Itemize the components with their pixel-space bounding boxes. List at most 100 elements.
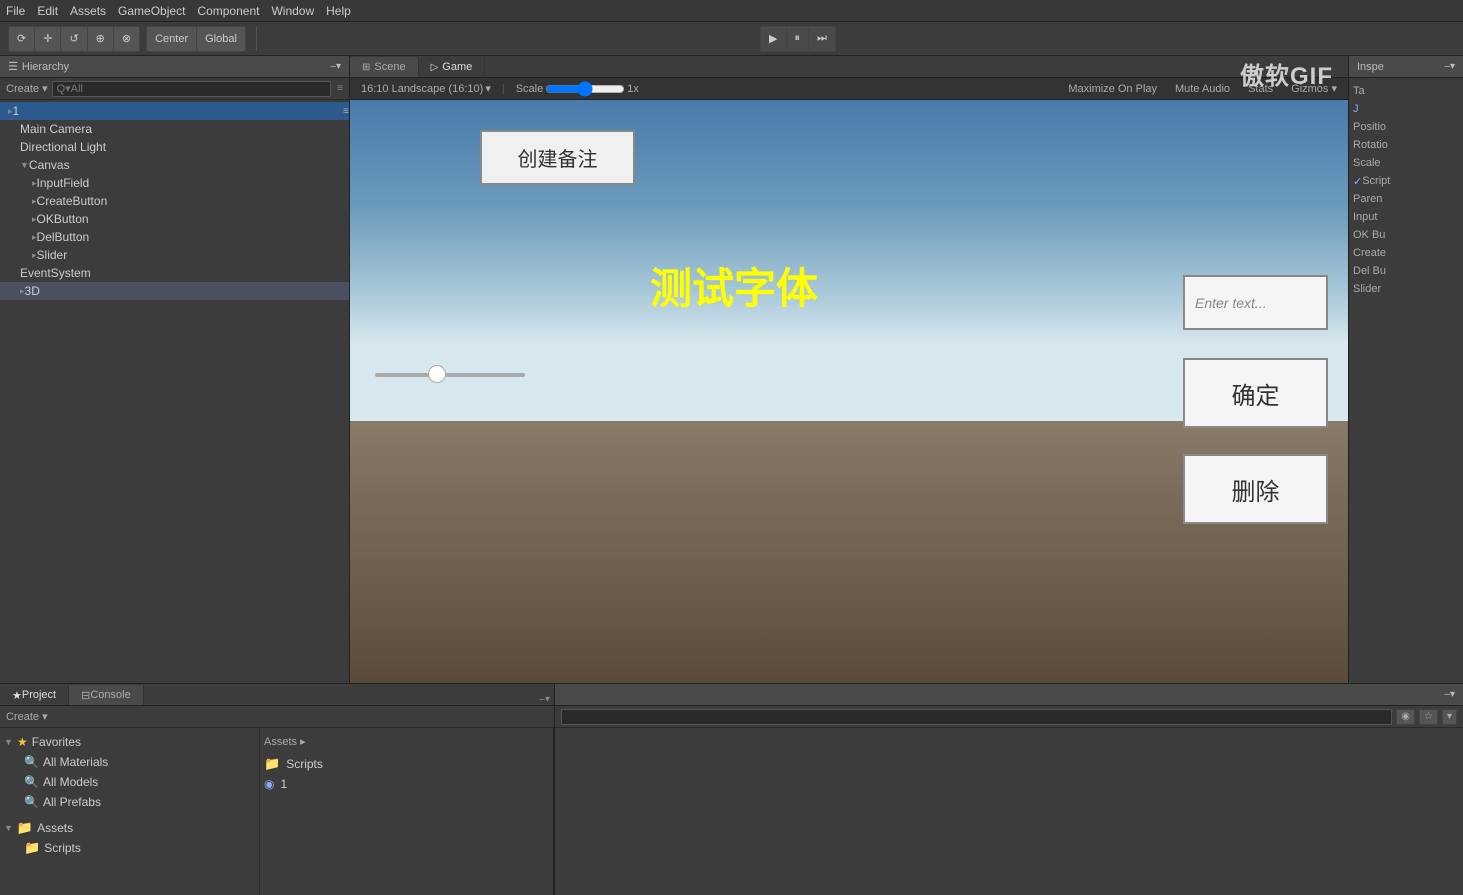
scale-value: 1x xyxy=(627,83,639,95)
hier-3d[interactable]: ▸ 3D xyxy=(0,282,349,300)
resolution-selector[interactable]: 16:10 Landscape (16:10) ▾ xyxy=(356,80,496,98)
insp-bottom-search[interactable] xyxy=(561,709,1392,725)
insp-filter-btn-3[interactable]: ▾ xyxy=(1442,709,1457,725)
hier-event-system[interactable]: EventSystem xyxy=(0,264,349,282)
create-note-button[interactable]: 创建备注 xyxy=(480,130,635,185)
project-content: ▼ ★ Favorites 🔍 All Materials 🔍 All Mode… xyxy=(0,728,554,895)
menu-window[interactable]: Window xyxy=(271,4,314,18)
pause-btn[interactable]: ⏸ xyxy=(787,27,810,51)
tab-scene[interactable]: ⊞ Scene xyxy=(350,57,419,77)
hier-dir-light[interactable]: Directional Light xyxy=(0,138,349,156)
toolbar-sep: | xyxy=(502,83,505,95)
menu-gameobject[interactable]: GameObject xyxy=(118,4,185,18)
hier-ok-button-label: OKButton xyxy=(37,212,89,226)
all-materials-item[interactable]: 🔍 All Materials xyxy=(4,752,255,772)
menu-assets[interactable]: Assets xyxy=(70,4,106,18)
play-btn[interactable]: ▶ xyxy=(761,27,786,51)
hier-slider[interactable]: ▸ Slider xyxy=(0,246,349,264)
hier-slider-label: Slider xyxy=(37,248,68,262)
favorites-section: ▼ ★ Favorites xyxy=(4,732,255,752)
hierarchy-collapse-icon[interactable]: –▾ xyxy=(330,61,341,72)
main-text-label: 测试字体 xyxy=(650,255,818,316)
project-panel-options[interactable]: –▾ xyxy=(535,694,554,705)
center-btn[interactable]: Center xyxy=(147,27,197,51)
rect-tool-btn[interactable]: ⊗ xyxy=(114,27,139,51)
menu-edit[interactable]: Edit xyxy=(37,4,58,18)
insp-bottom-collapse-icon[interactable]: –▾ xyxy=(1444,689,1455,700)
game-slider[interactable] xyxy=(375,373,525,377)
tab-console-icon: ⊟ xyxy=(81,689,90,702)
resolution-dropdown-icon: ▾ xyxy=(485,82,491,95)
scale-slider[interactable] xyxy=(545,83,625,95)
inspector-ta-tab[interactable]: Ta xyxy=(1353,82,1459,100)
menu-file[interactable]: File xyxy=(6,4,25,18)
all-models-icon: 🔍 xyxy=(24,775,39,789)
inspector-title: Inspe xyxy=(1357,61,1384,73)
hier-create-button[interactable]: ▸ CreateButton xyxy=(0,192,349,210)
tab-project[interactable]: ★ Project xyxy=(0,685,69,705)
all-prefabs-item[interactable]: 🔍 All Prefabs xyxy=(4,792,255,812)
menu-component[interactable]: Component xyxy=(197,4,259,18)
inspector-parent-label: Paren xyxy=(1353,193,1382,205)
inspector-bottom-panel: –▾ ◉ ☆ ▾ xyxy=(555,684,1463,895)
menu-help[interactable]: Help xyxy=(326,4,351,18)
all-materials-label: All Materials xyxy=(43,755,108,769)
scripts-tree-item[interactable]: 📁 Scripts xyxy=(4,838,255,858)
hier-root-1[interactable]: ▸ 1 ≡ xyxy=(0,102,349,120)
hier-ok-button[interactable]: ▸ OKButton xyxy=(0,210,349,228)
hier-del-button[interactable]: ▸ DelButton xyxy=(0,228,349,246)
scale-tool-btn[interactable]: ⊕ xyxy=(88,27,114,51)
rotate-tool-btn[interactable]: ⟳ xyxy=(9,27,35,51)
asset-scripts-folder[interactable]: 📁 Scripts xyxy=(264,754,549,774)
step-btn[interactable]: ⏭ xyxy=(809,27,835,51)
hier-main-camera-label: Main Camera xyxy=(20,122,92,136)
insp-filter-btn-2[interactable]: ☆ xyxy=(1419,709,1438,725)
hierarchy-search[interactable] xyxy=(52,81,332,97)
game-ok-button[interactable]: 确定 xyxy=(1183,358,1328,428)
all-models-item[interactable]: 🔍 All Models xyxy=(4,772,255,792)
inspector-position-row: Positio xyxy=(1353,118,1459,136)
asset-file-1[interactable]: ◉ 1 xyxy=(264,774,549,794)
tab-game[interactable]: ▷ Game xyxy=(419,57,486,77)
hierarchy-title: Hierarchy xyxy=(22,61,69,73)
project-tabs: ★ Project ⊟ Console –▾ xyxy=(0,684,554,706)
mute-audio-btn[interactable]: Mute Audio xyxy=(1170,80,1235,98)
inspector-component-icon: J xyxy=(1353,103,1359,115)
hier-root-1-options[interactable]: ≡ xyxy=(343,106,349,117)
project-create-btn[interactable]: Create ▾ xyxy=(6,710,48,723)
maximize-on-play-btn[interactable]: Maximize On Play xyxy=(1063,80,1162,98)
assets-section: ▼ 📁 Assets xyxy=(4,818,255,838)
hier-canvas[interactable]: ▼ Canvas xyxy=(0,156,349,174)
tab-console[interactable]: ⊟ Console xyxy=(69,685,144,705)
hier-main-camera[interactable]: Main Camera xyxy=(0,120,349,138)
move-tool-btn[interactable]: ✛ xyxy=(35,27,61,51)
insp-filter-btn-1[interactable]: ◉ xyxy=(1396,709,1415,725)
hier-3d-label: 3D xyxy=(25,284,40,298)
tab-console-label: Console xyxy=(90,689,130,701)
hier-dir-light-label: Directional Light xyxy=(20,140,106,154)
hierarchy-toolbar: Create ▾ ≡ xyxy=(0,78,349,100)
asset-file-icon: ◉ xyxy=(264,777,274,791)
assets-folder-icon: 📁 xyxy=(17,820,33,836)
game-ok-label: 确定 xyxy=(1232,376,1280,411)
inspector-collapse-icon[interactable]: –▾ xyxy=(1444,61,1455,72)
scale-control[interactable]: Scale 1x xyxy=(511,80,644,98)
insp-bottom-header: –▾ xyxy=(555,684,1463,706)
tab-project-label: Project xyxy=(22,689,56,701)
slider-thumb[interactable] xyxy=(428,365,446,383)
inspector-del-row: Del Bu xyxy=(1353,262,1459,280)
undo-btn[interactable]: ↺ xyxy=(61,27,87,51)
toolbar: ⟳ ✛ ↺ ⊕ ⊗ Center Global ▶ ⏸ ⏭ xyxy=(0,22,1463,56)
hierarchy-create-btn[interactable]: Create ▾ xyxy=(6,82,48,95)
assets-panel: Assets ▸ 📁 Scripts ◉ 1 xyxy=(260,728,554,895)
hier-input-field[interactable]: ▸ InputField xyxy=(0,174,349,192)
game-del-button[interactable]: 删除 xyxy=(1183,454,1328,524)
center-panel: ⊞ Scene ▷ Game 16:10 Landscape (16:10) ▾… xyxy=(350,56,1348,683)
inspector-content: Ta J Positio Rotatio Scale ✓ Script xyxy=(1349,78,1463,683)
game-input-field[interactable]: Enter text... xyxy=(1183,275,1328,330)
global-btn[interactable]: Global xyxy=(197,27,245,51)
inspector-panel: Inspe –▾ Ta J Positio Rotatio Scale xyxy=(1348,56,1463,683)
hierarchy-options-icon[interactable]: ≡ xyxy=(337,83,343,94)
inspector-ok-label: OK Bu xyxy=(1353,229,1385,241)
main-layout: ☰ Hierarchy –▾ Create ▾ ≡ ▸ 1 ≡ Main Cam… xyxy=(0,56,1463,683)
